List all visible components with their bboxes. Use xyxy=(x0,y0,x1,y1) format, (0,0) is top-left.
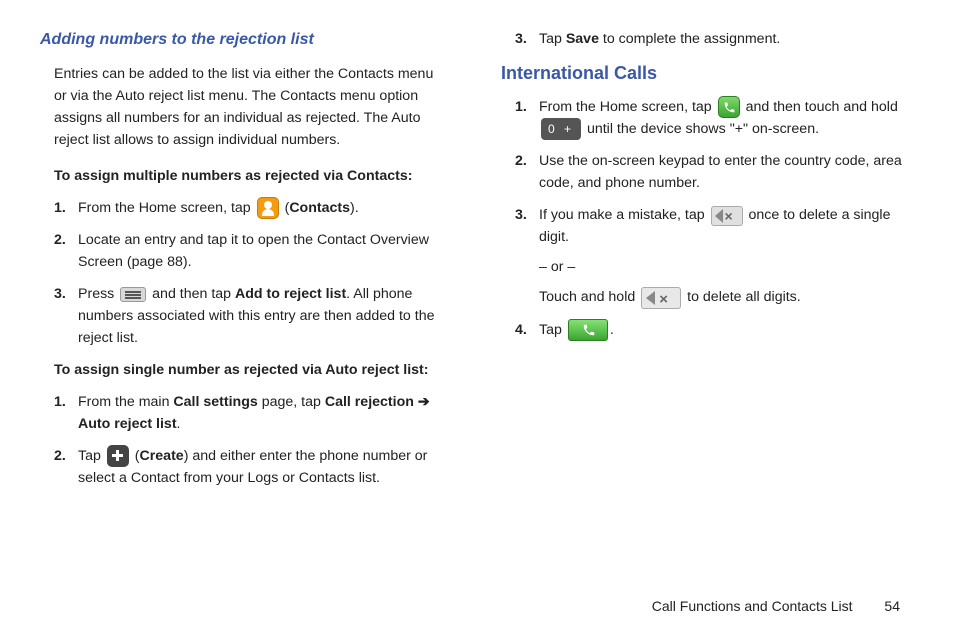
step-item: 3. Tap Save to complete the assignment. xyxy=(539,28,914,50)
step-item: 2. Use the on-screen keypad to enter the… xyxy=(539,150,914,194)
or-separator: – or – xyxy=(539,256,910,278)
step-text: ). xyxy=(350,200,359,216)
section-heading: Adding numbers to the rejection list xyxy=(40,28,453,53)
step-number: 4. xyxy=(515,319,527,341)
chapter-title: Call Functions and Contacts List xyxy=(652,598,853,614)
step-text: Use the on-screen keypad to enter the co… xyxy=(539,153,902,191)
step-text: to complete the assignment. xyxy=(599,31,780,47)
step-text: ) and either enter the phone number or s… xyxy=(78,448,427,486)
step-item: 2. Tap (Create) and either enter the pho… xyxy=(78,445,453,489)
section-heading: International Calls xyxy=(501,60,914,88)
page-number: 54 xyxy=(884,598,900,614)
step-number: 3. xyxy=(54,283,66,305)
phone-icon xyxy=(718,96,740,118)
step-text: From the main xyxy=(78,394,173,410)
add-reject-label: Add to reject list xyxy=(235,286,346,302)
step-text: From the Home screen, tap xyxy=(539,99,716,115)
delete-icon xyxy=(711,206,743,226)
step-item: 1. From the main Call settings page, tap… xyxy=(78,391,453,435)
contacts-icon xyxy=(257,197,279,219)
step-text: Tap xyxy=(539,31,566,47)
call-settings-label: Call settings xyxy=(173,394,257,410)
call-button-icon xyxy=(568,319,608,341)
plus-icon xyxy=(107,445,129,467)
save-label: Save xyxy=(566,31,599,47)
step-number: 1. xyxy=(515,96,527,118)
step-text: and then tap xyxy=(152,286,235,302)
step-text: to delete all digits. xyxy=(687,289,801,305)
contacts-label: Contacts xyxy=(289,200,350,216)
intro-paragraph: Entries can be added to the list via eit… xyxy=(54,63,439,151)
step-text: until the device shows "+" on-screen. xyxy=(587,121,819,137)
page-footer: Call Functions and Contacts List 54 xyxy=(652,598,900,614)
zero-key-icon: 0 + xyxy=(541,118,581,140)
step-number: 2. xyxy=(54,445,66,467)
step-number: 3. xyxy=(515,28,527,50)
continued-steps: 3. Tap Save to complete the assignment. xyxy=(501,28,914,50)
international-steps: 1. From the Home screen, tap and then to… xyxy=(501,96,914,341)
delete-hold-icon xyxy=(641,287,681,309)
step-text: Tap xyxy=(539,322,566,338)
step-text: . xyxy=(177,416,181,432)
step-number: 1. xyxy=(54,391,66,413)
step-number: 2. xyxy=(515,150,527,172)
step-item: 1. From the Home screen, tap (Contacts). xyxy=(78,197,453,219)
step-text: Touch and hold xyxy=(539,289,639,305)
create-label: Create xyxy=(140,448,184,464)
auto-reject-steps: 1. From the main Call settings page, tap… xyxy=(40,391,453,489)
step-text: From the Home screen, tap xyxy=(78,200,255,216)
step-item: 3. Press and then tap Add to reject list… xyxy=(78,283,453,349)
step-text: page, tap xyxy=(258,394,325,410)
contacts-steps: 1. From the Home screen, tap (Contacts).… xyxy=(40,197,453,349)
subheading-auto-reject: To assign single number as rejected via … xyxy=(54,359,439,381)
subheading-contacts: To assign multiple numbers as rejected v… xyxy=(54,165,439,187)
right-column: 3. Tap Save to complete the assignment. … xyxy=(501,28,914,499)
step-text: Tap xyxy=(78,448,105,464)
step-text: . xyxy=(610,322,614,338)
left-column: Adding numbers to the rejection list Ent… xyxy=(40,28,453,499)
step-number: 1. xyxy=(54,197,66,219)
menu-icon xyxy=(120,287,146,302)
step-item: 4. Tap . xyxy=(539,319,914,341)
step-text: Locate an entry and tap it to open the C… xyxy=(78,232,429,270)
page-content: Adding numbers to the rejection list Ent… xyxy=(0,0,954,499)
step-item: 1. From the Home screen, tap and then to… xyxy=(539,96,914,141)
step-item: 3. If you make a mistake, tap once to de… xyxy=(539,204,914,308)
step-number: 3. xyxy=(515,204,527,226)
step-number: 2. xyxy=(54,229,66,251)
step-text: Touch and hold to delete all digits. xyxy=(539,286,910,308)
step-text: and then touch and hold xyxy=(746,99,898,115)
step-text: If you make a mistake, tap xyxy=(539,207,709,223)
step-text: Press xyxy=(78,286,118,302)
step-item: 2. Locate an entry and tap it to open th… xyxy=(78,229,453,273)
